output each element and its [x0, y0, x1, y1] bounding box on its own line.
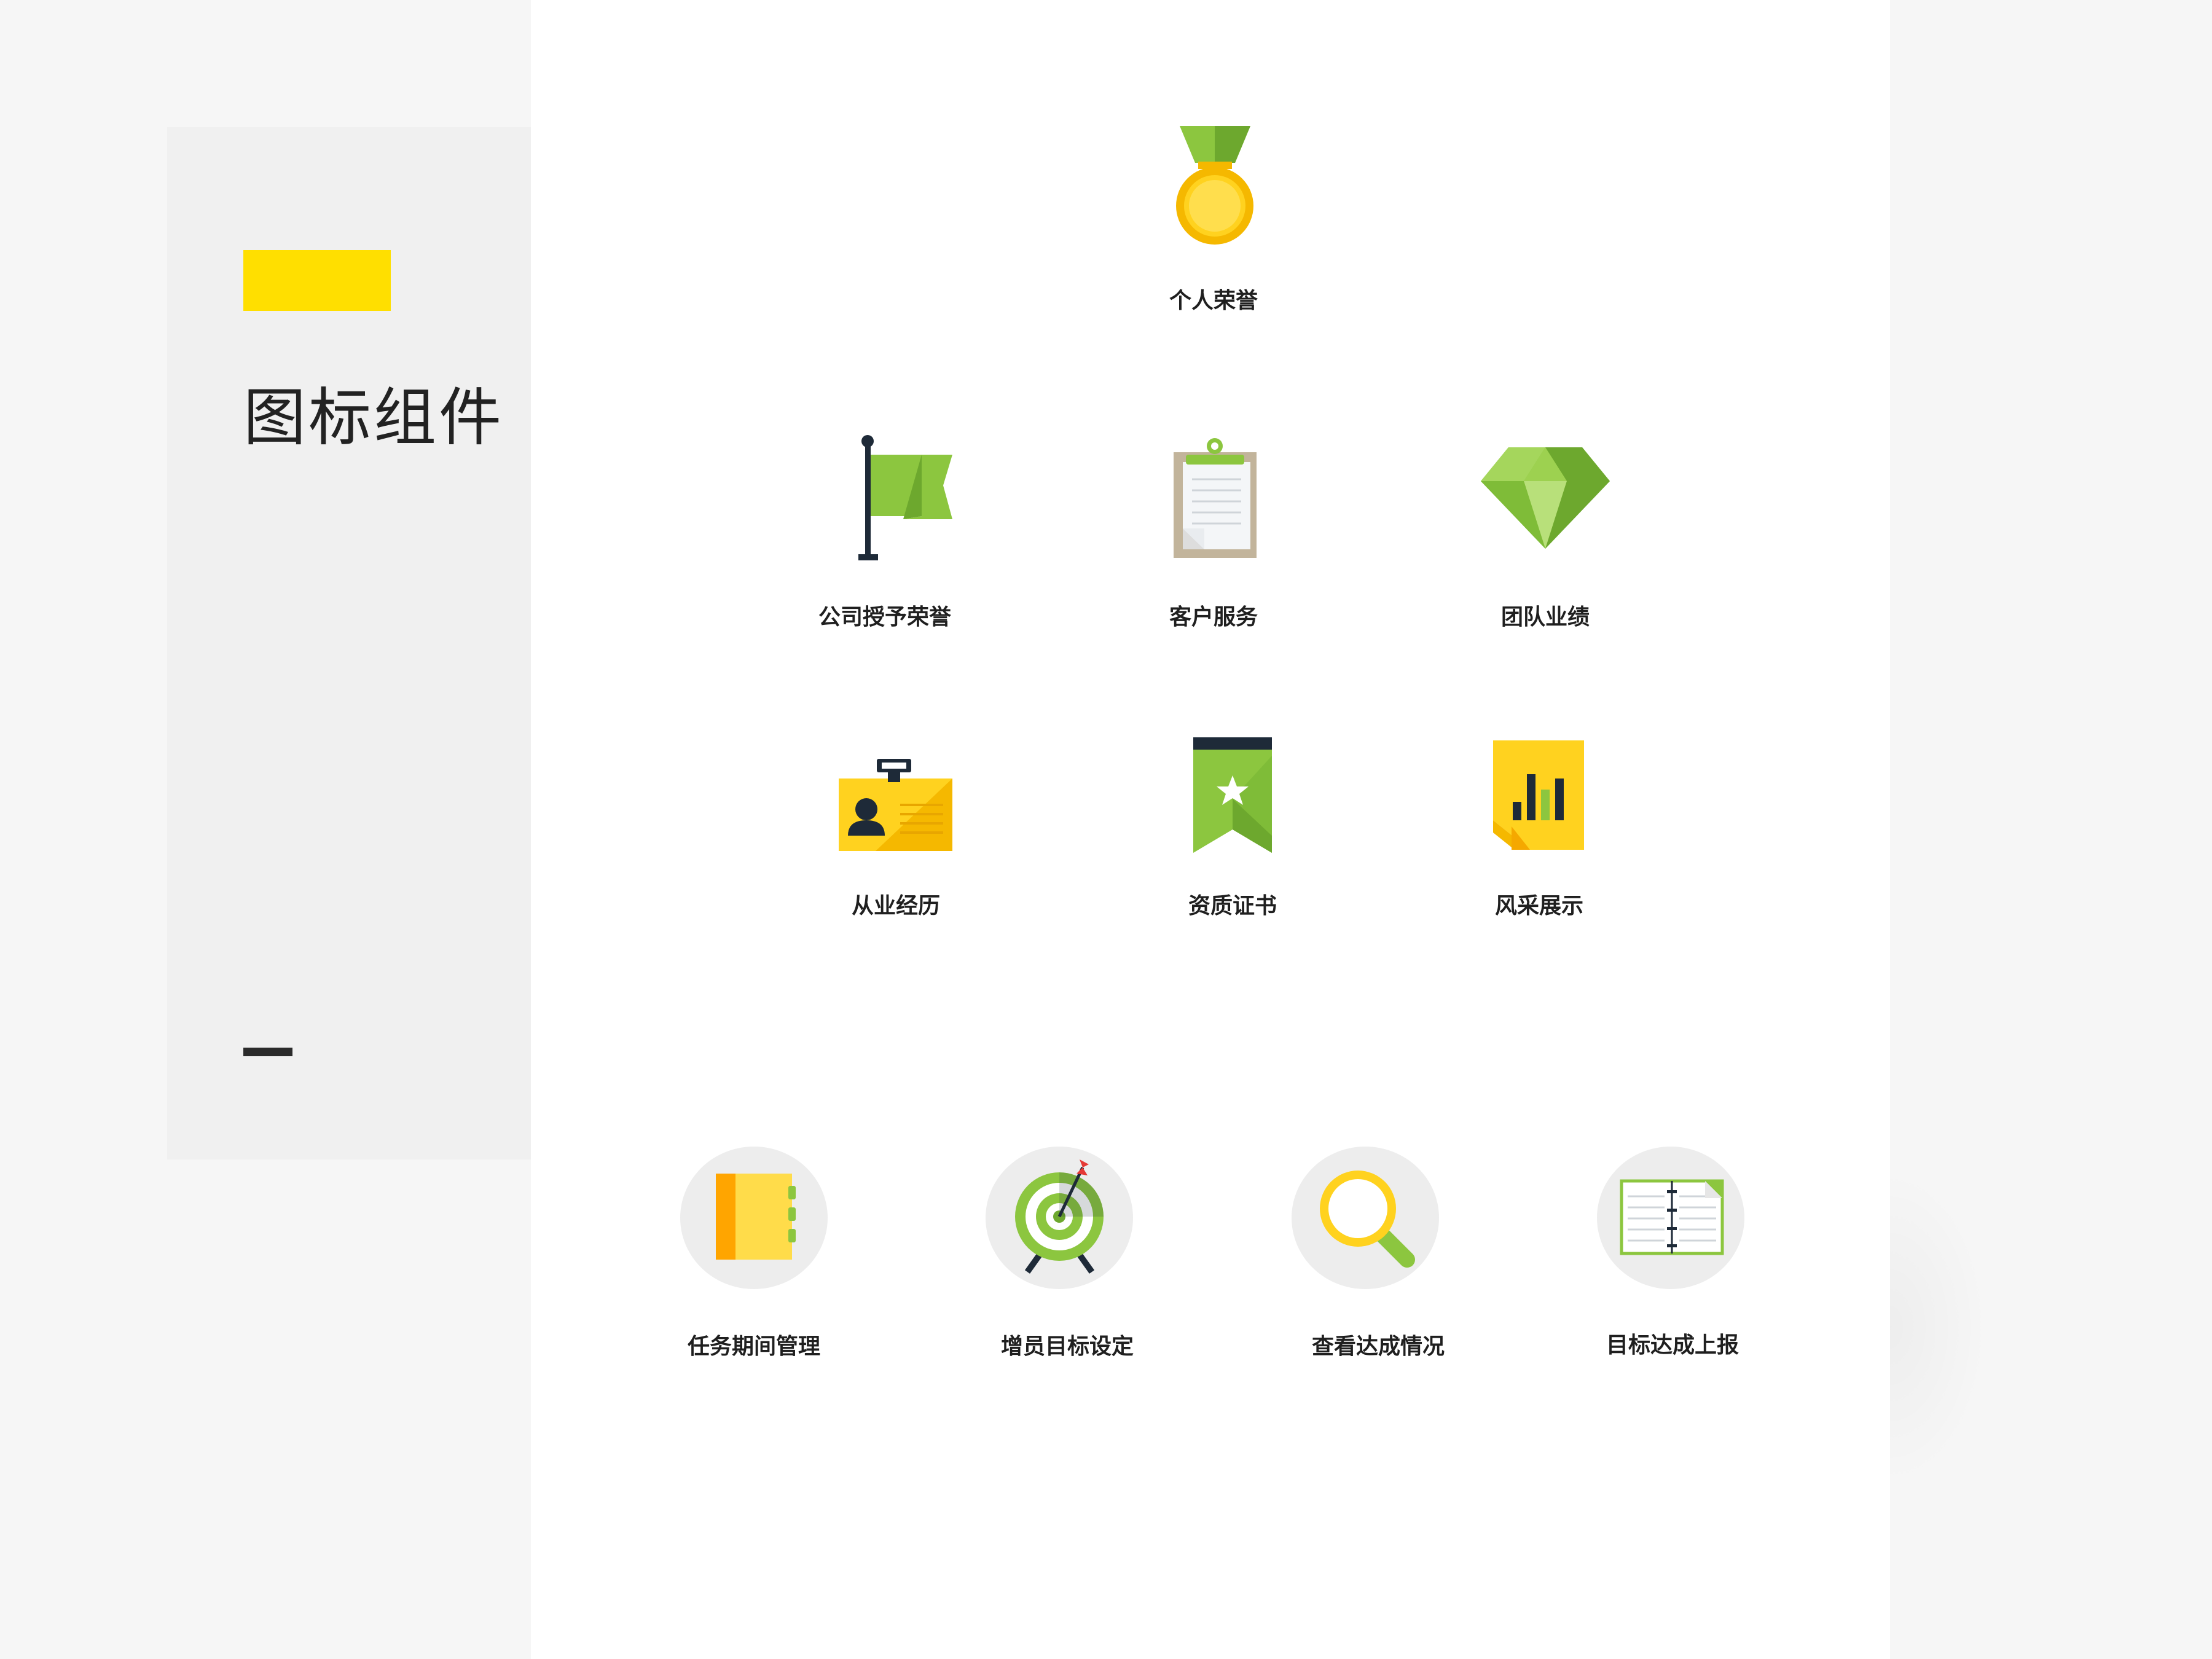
icon-label: 任务期间管理	[687, 1334, 821, 1359]
page-title: 图标组件	[243, 382, 504, 455]
icon-label: 公司授予荣誉	[818, 605, 952, 630]
diamond-icon	[1481, 447, 1610, 549]
icon-label: 客户服务	[1169, 605, 1258, 630]
clipboard-icon	[1174, 438, 1257, 558]
icon-label: 资质证书	[1188, 893, 1277, 919]
icon-label: 风采展示	[1494, 893, 1584, 919]
target-icon	[986, 1147, 1133, 1289]
icon-label: 增员目标设定	[1000, 1334, 1134, 1359]
icon-label: 从业经历	[851, 893, 941, 919]
certificate-ribbon-icon	[1193, 737, 1272, 853]
icon-label: 目标达成上报	[1606, 1333, 1739, 1358]
decorative-shadow	[1890, 1167, 1988, 1487]
medal-icon	[1176, 126, 1253, 245]
id-badge-icon	[839, 759, 952, 851]
accent-bar	[243, 250, 391, 311]
icon-label: 个人荣誉	[1169, 288, 1258, 313]
notebook-icon	[680, 1147, 828, 1289]
divider-dash	[243, 1048, 292, 1056]
bar-chart-note-icon	[1493, 740, 1584, 850]
flag-icon	[858, 435, 952, 560]
icon-label: 查看达成情况	[1311, 1334, 1445, 1359]
icon-label: 团队业绩	[1500, 605, 1590, 630]
open-book-icon	[1597, 1147, 1744, 1289]
magnifier-icon	[1292, 1147, 1439, 1289]
